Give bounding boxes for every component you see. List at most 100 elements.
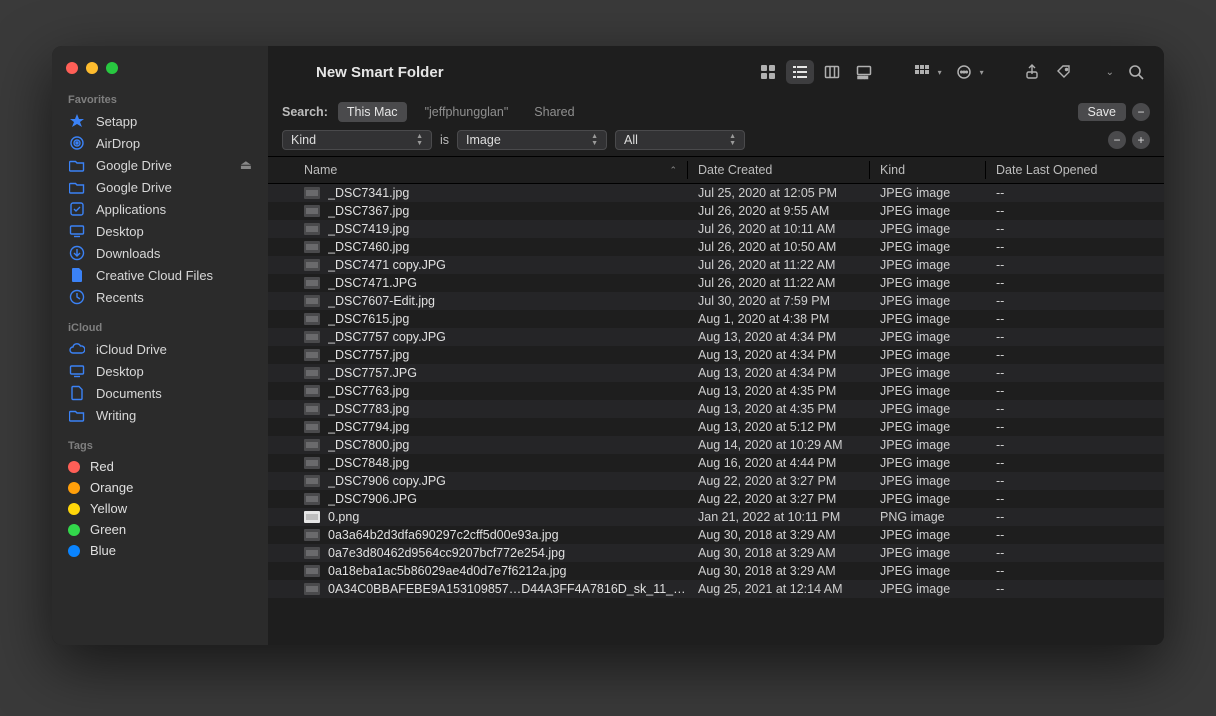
- file-date-created: Aug 13, 2020 at 4:34 PM: [688, 366, 870, 380]
- share-button[interactable]: [1018, 60, 1046, 84]
- column-kind[interactable]: Kind: [870, 161, 986, 179]
- file-name: _DSC7615.jpg: [328, 312, 409, 326]
- file-row[interactable]: 0a3a64b2d3dfa690297c2cff5d00e93a.jpgAug …: [268, 526, 1164, 544]
- minimize-window-button[interactable]: [86, 62, 98, 74]
- downloads-icon: [68, 245, 86, 261]
- sidebar-item[interactable]: Google Drive: [52, 176, 268, 198]
- sidebar-item[interactable]: Writing: [52, 404, 268, 426]
- view-gallery-button[interactable]: [850, 60, 878, 84]
- file-thumbnail-icon: [304, 457, 320, 469]
- sidebar-tag-item[interactable]: Blue: [52, 540, 268, 561]
- file-row[interactable]: _DSC7607-Edit.jpgJul 30, 2020 at 7:59 PM…: [268, 292, 1164, 310]
- file-kind: JPEG image: [870, 582, 986, 596]
- view-column-button[interactable]: [818, 60, 846, 84]
- file-date-opened: --: [986, 366, 1164, 380]
- chevron-down-icon[interactable]: ⌄: [1106, 67, 1114, 78]
- sidebar: FavoritesSetappAirDropGoogle Drive⏏Googl…: [52, 46, 268, 645]
- file-row[interactable]: _DSC7906.JPGAug 22, 2020 at 3:27 PMJPEG …: [268, 490, 1164, 508]
- file-date-created: Aug 13, 2020 at 4:34 PM: [688, 330, 870, 344]
- file-name: _DSC7341.jpg: [328, 186, 409, 200]
- criteria-extra-select[interactable]: All ▲▼: [615, 130, 745, 150]
- sidebar-tag-item[interactable]: Orange: [52, 477, 268, 498]
- file-row[interactable]: _DSC7757 copy.JPGAug 13, 2020 at 4:34 PM…: [268, 328, 1164, 346]
- eject-icon[interactable]: ⏏: [240, 157, 252, 173]
- sidebar-item-label: Red: [90, 459, 114, 474]
- column-date-opened[interactable]: Date Last Opened: [986, 161, 1164, 179]
- view-list-button[interactable]: [786, 60, 814, 84]
- file-row[interactable]: _DSC7460.jpgJul 26, 2020 at 10:50 AMJPEG…: [268, 238, 1164, 256]
- file-row[interactable]: _DSC7757.jpgAug 13, 2020 at 4:34 PMJPEG …: [268, 346, 1164, 364]
- file-name: _DSC7607-Edit.jpg: [328, 294, 435, 308]
- sidebar-item[interactable]: Setapp: [52, 110, 268, 132]
- sidebar-item[interactable]: Desktop: [52, 360, 268, 382]
- scope-this-mac[interactable]: This Mac: [338, 102, 407, 122]
- file-row[interactable]: _DSC7615.jpgAug 1, 2020 at 4:38 PMJPEG i…: [268, 310, 1164, 328]
- sidebar-item[interactable]: Desktop: [52, 220, 268, 242]
- apps-icon: [68, 201, 86, 217]
- sidebar-item[interactable]: AirDrop: [52, 132, 268, 154]
- sidebar-item-label: Desktop: [96, 224, 144, 239]
- file-kind: JPEG image: [870, 546, 986, 560]
- file-row[interactable]: _DSC7471.JPGJul 26, 2020 at 11:22 AMJPEG…: [268, 274, 1164, 292]
- sidebar-item[interactable]: Google Drive ⏏: [52, 154, 268, 176]
- sidebar-item[interactable]: iCloud Drive: [52, 338, 268, 360]
- file-row[interactable]: _DSC7367.jpgJul 26, 2020 at 9:55 AMJPEG …: [268, 202, 1164, 220]
- sidebar-tag-item[interactable]: Green: [52, 519, 268, 540]
- tag-color-swatch: [68, 482, 80, 494]
- criteria-field-select[interactable]: Kind ▲▼: [282, 130, 432, 150]
- file-row[interactable]: _DSC7757.JPGAug 13, 2020 at 4:34 PMJPEG …: [268, 364, 1164, 382]
- scope-shared[interactable]: Shared: [526, 103, 582, 121]
- file-row[interactable]: 0a18eba1ac5b86029ae4d0d7e7f6212a.jpgAug …: [268, 562, 1164, 580]
- scope-user-folder[interactable]: "jeffphungglan": [417, 103, 517, 121]
- sidebar-item[interactable]: Applications: [52, 198, 268, 220]
- file-name: _DSC7471.JPG: [328, 276, 417, 290]
- search-scope-bar: Search: This Mac "jeffphungglan" Shared …: [268, 98, 1164, 128]
- sidebar-item-label: Google Drive: [96, 158, 172, 173]
- file-kind: JPEG image: [870, 474, 986, 488]
- sidebar-item[interactable]: Downloads: [52, 242, 268, 264]
- file-row[interactable]: _DSC7419.jpgJul 26, 2020 at 10:11 AMJPEG…: [268, 220, 1164, 238]
- column-date-created[interactable]: Date Created: [688, 161, 870, 179]
- add-row-button[interactable]: +: [1132, 131, 1150, 149]
- sidebar-tag-item[interactable]: Red: [52, 456, 268, 477]
- search-button[interactable]: [1122, 60, 1150, 84]
- sidebar-item-label: Blue: [90, 543, 116, 558]
- file-date-created: Aug 14, 2020 at 10:29 AM: [688, 438, 870, 452]
- toolbar: New Smart Folder ▾ ▾ ⌄: [268, 46, 1164, 98]
- save-search-button[interactable]: Save: [1078, 103, 1127, 121]
- fullscreen-window-button[interactable]: [106, 62, 118, 74]
- file-row[interactable]: 0A34C0BBAFEBE9A153109857…D44A3FF4A7816D_…: [268, 580, 1164, 598]
- sidebar-item[interactable]: Creative Cloud Files: [52, 264, 268, 286]
- sidebar-item-label: Yellow: [90, 501, 127, 516]
- file-row[interactable]: _DSC7906 copy.JPGAug 22, 2020 at 3:27 PM…: [268, 472, 1164, 490]
- group-by-button[interactable]: [908, 60, 936, 84]
- file-row[interactable]: 0a7e3d80462d9564cc9207bcf772e254.jpgAug …: [268, 544, 1164, 562]
- file-date-created: Jul 25, 2020 at 12:05 PM: [688, 186, 870, 200]
- remove-row-button[interactable]: −: [1108, 131, 1126, 149]
- sidebar-item[interactable]: Recents: [52, 286, 268, 308]
- nav-arrows: [282, 65, 300, 80]
- file-row[interactable]: _DSC7471 copy.JPGJul 26, 2020 at 11:22 A…: [268, 256, 1164, 274]
- column-name[interactable]: Name ⌃: [268, 161, 688, 179]
- setapp-icon: [68, 113, 86, 129]
- criteria-value-select[interactable]: Image ▲▼: [457, 130, 607, 150]
- close-window-button[interactable]: [66, 62, 78, 74]
- file-date-opened: --: [986, 492, 1164, 506]
- file-row[interactable]: 0.pngJan 21, 2022 at 10:11 PMPNG image--: [268, 508, 1164, 526]
- desktop-icon: [68, 363, 86, 379]
- file-row[interactable]: _DSC7341.jpgJul 25, 2020 at 12:05 PMJPEG…: [268, 184, 1164, 202]
- file-row[interactable]: _DSC7800.jpgAug 14, 2020 at 10:29 AMJPEG…: [268, 436, 1164, 454]
- file-date-created: Jul 26, 2020 at 11:22 AM: [688, 276, 870, 290]
- file-row[interactable]: _DSC7783.jpgAug 13, 2020 at 4:35 PMJPEG …: [268, 400, 1164, 418]
- file-row[interactable]: _DSC7763.jpgAug 13, 2020 at 4:35 PMJPEG …: [268, 382, 1164, 400]
- file-row[interactable]: _DSC7794.jpgAug 13, 2020 at 5:12 PMJPEG …: [268, 418, 1164, 436]
- file-date-created: Aug 1, 2020 at 4:38 PM: [688, 312, 870, 326]
- view-icon-button[interactable]: [754, 60, 782, 84]
- file-row[interactable]: _DSC7848.jpgAug 16, 2020 at 4:44 PMJPEG …: [268, 454, 1164, 472]
- tag-button[interactable]: [1050, 60, 1078, 84]
- sidebar-item[interactable]: Documents: [52, 382, 268, 404]
- sidebar-tag-item[interactable]: Yellow: [52, 498, 268, 519]
- file-date-created: Aug 30, 2018 at 3:29 AM: [688, 528, 870, 542]
- remove-criteria-button[interactable]: −: [1132, 103, 1150, 121]
- action-menu-button[interactable]: [950, 60, 978, 84]
